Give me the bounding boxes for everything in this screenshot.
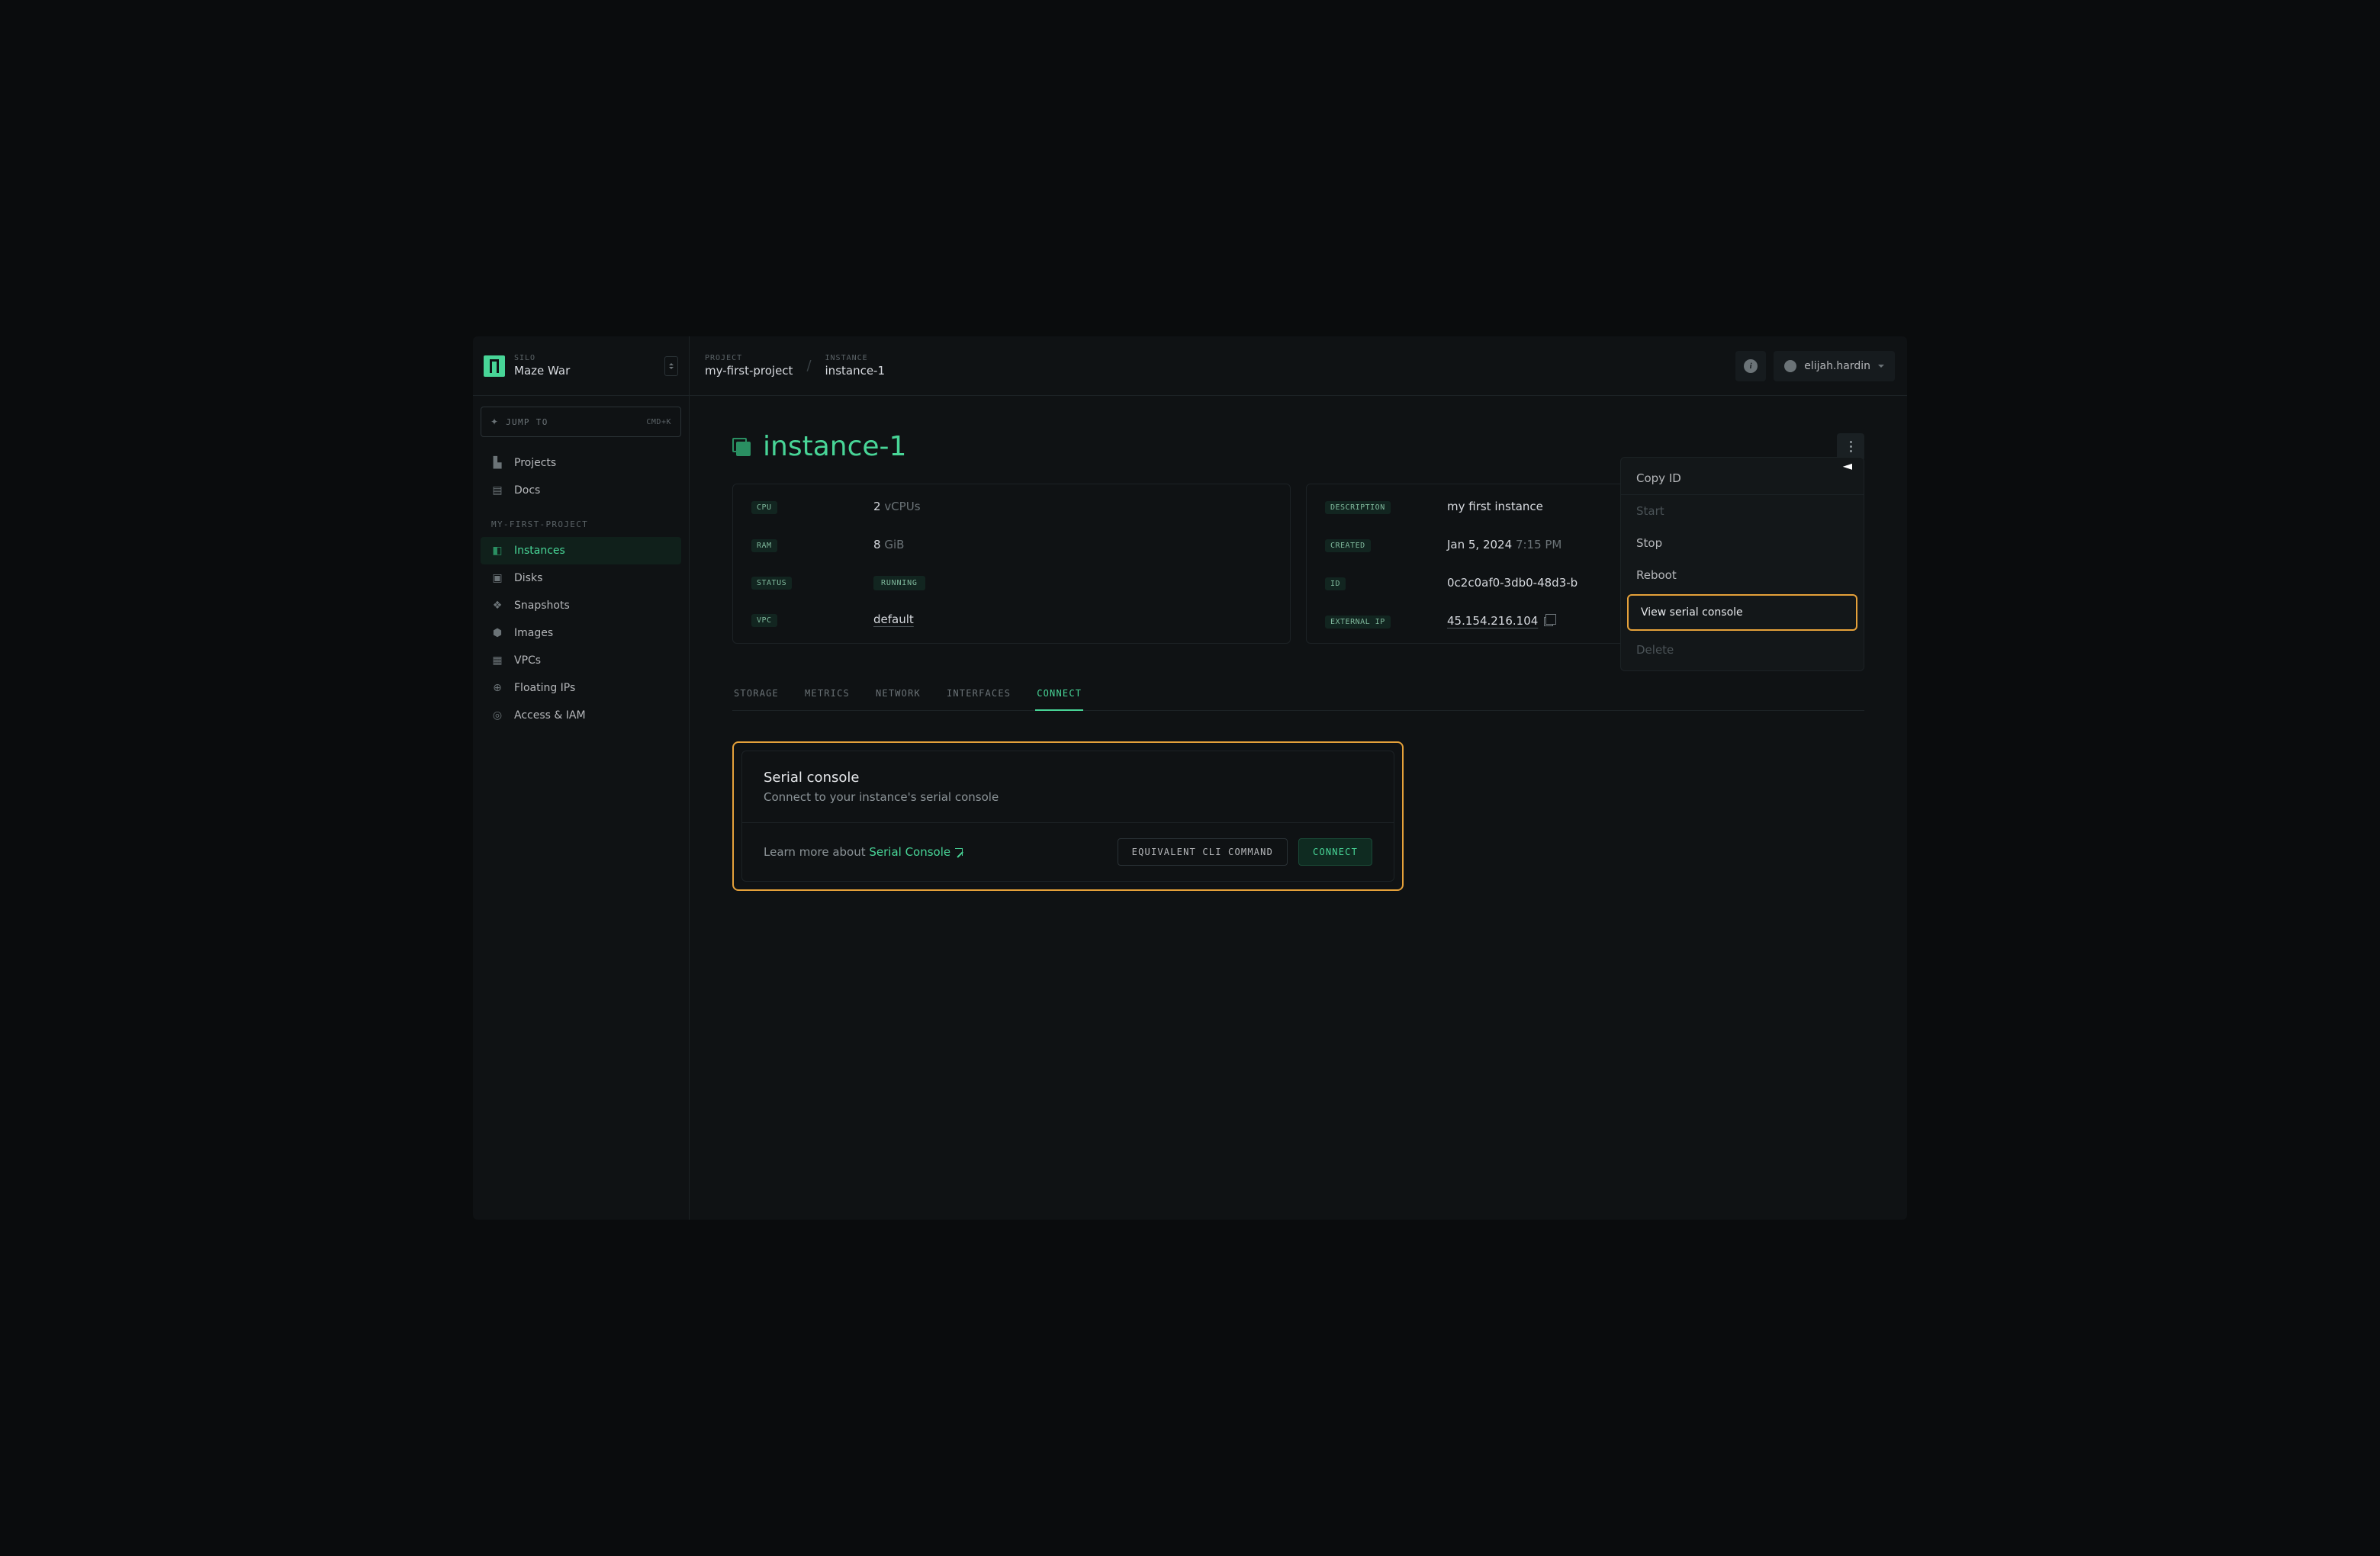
created-label: CREATED [1325, 539, 1371, 552]
sidebar-item-projects[interactable]: ▙ Projects [481, 449, 681, 477]
status-label: STATUS [751, 577, 792, 590]
sidebar-item-instances[interactable]: ◧ Instances [481, 537, 681, 564]
globe-icon: ⊕ [491, 682, 503, 694]
caret-down-icon [1878, 365, 1884, 368]
menu-start: Start [1621, 495, 1864, 527]
serial-console-subtitle: Connect to your instance's serial consol… [764, 790, 1372, 804]
ram-value: 8 GiB [873, 538, 904, 551]
serial-console-highlight: Serial console Connect to your instance'… [732, 741, 1404, 891]
user-menu-button[interactable]: elijah.hardin [1774, 351, 1895, 381]
jump-to-button[interactable]: ✦ JUMP TO CMD+K [481, 407, 681, 437]
access-icon: ◎ [491, 709, 503, 722]
created-value: Jan 5, 2024 7:15 PM [1447, 538, 1561, 551]
external-link-icon [955, 848, 963, 856]
description-value: my first instance [1447, 500, 1543, 513]
breadcrumb-project[interactable]: PROJECT my-first-project [705, 354, 793, 378]
disks-icon: ▣ [491, 572, 503, 584]
topbar: SILO Maze War PROJECT my-first-project /… [473, 336, 1907, 396]
breadcrumb: PROJECT my-first-project / INSTANCE inst… [690, 354, 1735, 378]
info-icon: i [1744, 359, 1758, 373]
menu-stop[interactable]: Stop [1621, 527, 1864, 559]
cursor-icon: ◄ [1843, 458, 1852, 473]
serial-console-title: Serial console [764, 770, 1372, 786]
learn-more-text: Learn more about Serial Console [764, 845, 963, 859]
sidebar-item-docs[interactable]: ▤ Docs [481, 477, 681, 504]
connect-button[interactable]: CONNECT [1298, 838, 1372, 866]
menu-copy-id[interactable]: Copy ID [1621, 462, 1864, 494]
id-label: ID [1325, 577, 1346, 590]
silo-label: SILO [514, 354, 655, 362]
user-icon [1784, 360, 1796, 372]
tab-connect[interactable]: CONNECT [1035, 677, 1083, 711]
cpu-label: CPU [751, 501, 777, 514]
sidebar: ✦ JUMP TO CMD+K ▙ Projects ▤ Docs MY-FIR… [473, 396, 690, 1220]
user-name: elijah.hardin [1804, 360, 1870, 372]
vpc-link[interactable]: default [873, 612, 914, 626]
external-ip-label: EXTERNAL IP [1325, 616, 1391, 629]
main-content: instance-1 CPU 2 vCPUs RAM 8 GiB [690, 396, 1907, 1220]
bolt-icon: ✦ [490, 416, 498, 427]
instance-icon [732, 438, 751, 456]
vpcs-icon: ▦ [491, 654, 503, 667]
detail-card-left: CPU 2 vCPUs RAM 8 GiB STATUS RUNNING VPC… [732, 484, 1291, 644]
instances-icon: ◧ [491, 545, 503, 557]
tab-metrics[interactable]: METRICS [803, 677, 851, 711]
actions-dropdown: Copy ID Start Stop Reboot View serial co… [1620, 457, 1864, 671]
id-value: 0c2c0af0-3db0-48d3-b [1447, 576, 1578, 590]
logo-icon [484, 355, 505, 377]
sidebar-item-access[interactable]: ◎ Access & IAM [481, 702, 681, 729]
sidebar-item-snapshots[interactable]: ❖ Snapshots [481, 592, 681, 619]
sidebar-item-floating-ips[interactable]: ⊕ Floating IPs [481, 674, 681, 702]
menu-reboot[interactable]: Reboot [1621, 559, 1864, 591]
description-label: DESCRIPTION [1325, 501, 1391, 514]
updown-icon [664, 356, 678, 376]
doc-icon: ▤ [491, 484, 503, 497]
vpc-label: VPC [751, 614, 777, 627]
cli-command-button[interactable]: EQUIVALENT CLI COMMAND [1118, 838, 1288, 866]
app-window: SILO Maze War PROJECT my-first-project /… [473, 336, 1907, 1220]
tab-interfaces[interactable]: INTERFACES [945, 677, 1012, 711]
cpu-value: 2 vCPUs [873, 500, 921, 513]
external-ip-link[interactable]: 45.154.216.104 [1447, 614, 1538, 628]
more-vertical-icon [1850, 441, 1852, 452]
menu-view-serial-console[interactable]: View serial console [1627, 594, 1857, 631]
keyboard-shortcut: CMD+K [646, 418, 671, 426]
serial-console-panel: Serial console Connect to your instance'… [741, 751, 1394, 882]
tabs: STORAGE METRICS NETWORK INTERFACES CONNE… [732, 677, 1864, 711]
serial-console-doc-link[interactable]: Serial Console [869, 845, 950, 859]
breadcrumb-instance[interactable]: INSTANCE instance-1 [825, 354, 886, 378]
sidebar-item-disks[interactable]: ▣ Disks [481, 564, 681, 592]
ram-label: RAM [751, 539, 777, 552]
breadcrumb-separator: / [806, 358, 811, 374]
silo-switcher[interactable]: SILO Maze War [473, 336, 690, 395]
status-badge: RUNNING [873, 576, 925, 590]
tab-storage[interactable]: STORAGE [732, 677, 780, 711]
page-title: instance-1 [763, 431, 906, 462]
tab-network[interactable]: NETWORK [874, 677, 922, 711]
silo-name: Maze War [514, 364, 655, 378]
sidebar-item-images[interactable]: ⬢ Images [481, 619, 681, 647]
copy-icon[interactable] [1544, 617, 1553, 626]
snapshots-icon: ❖ [491, 600, 503, 612]
images-icon: ⬢ [491, 627, 503, 639]
info-button[interactable]: i [1735, 351, 1766, 381]
sidebar-section-label: MY-FIRST-PROJECT [481, 504, 681, 537]
menu-delete: Delete [1621, 634, 1864, 666]
sidebar-item-vpcs[interactable]: ▦ VPCs [481, 647, 681, 674]
folder-icon: ▙ [491, 457, 503, 469]
